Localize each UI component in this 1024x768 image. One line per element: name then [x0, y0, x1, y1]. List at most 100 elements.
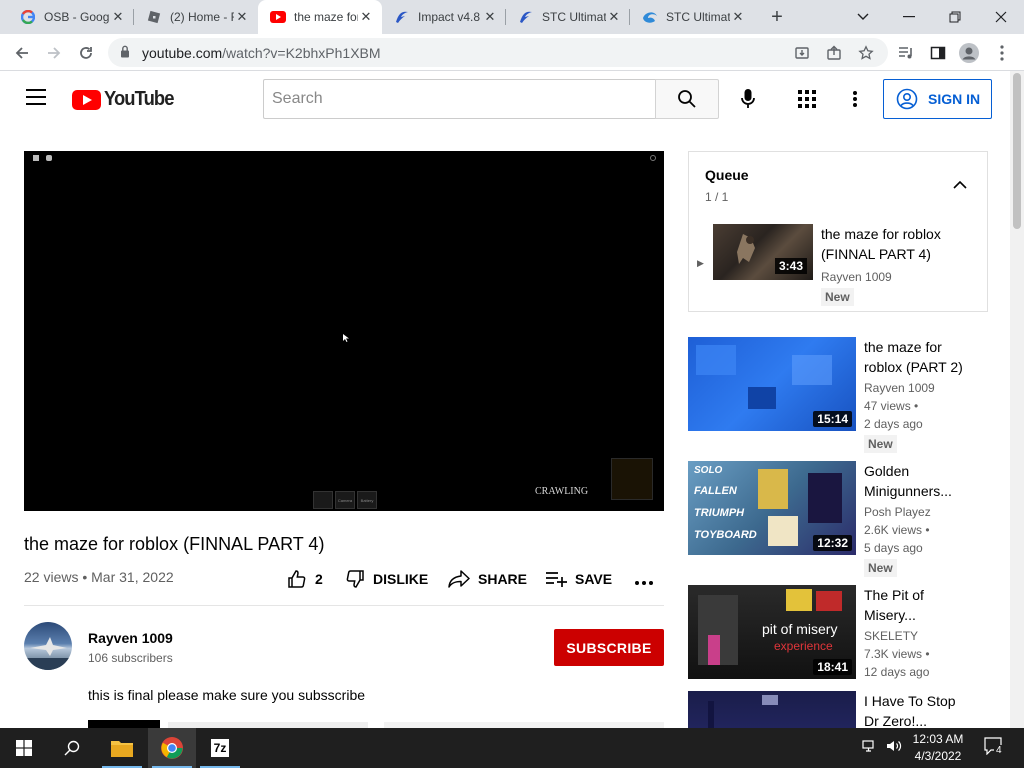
close-tab-icon[interactable]: ✕: [234, 9, 250, 25]
tab-youtube-active[interactable]: the maze for roblox ✕: [258, 0, 382, 34]
channel-name: Posh Playez: [864, 505, 931, 519]
restore-button[interactable]: [932, 0, 978, 34]
view-count: 2.6K views •: [864, 523, 930, 537]
tab-stc-ultimate[interactable]: STC Ultimate ✕: [506, 0, 630, 34]
new-tab-button[interactable]: +: [766, 6, 788, 28]
close-tab-icon[interactable]: ✕: [730, 9, 746, 25]
tab-title: OSB - Google: [44, 10, 110, 24]
close-tab-icon[interactable]: ✕: [358, 9, 374, 25]
queue-count: 1 / 1: [705, 190, 729, 204]
close-tab-icon[interactable]: ✕: [606, 9, 622, 25]
channel-name[interactable]: Rayven 1009: [88, 630, 173, 646]
thumbs-up-icon: [288, 570, 306, 588]
new-badge: New: [821, 288, 854, 306]
tab-roblox-home[interactable]: (2) Home - Roblox ✕: [134, 0, 258, 34]
subscribe-button[interactable]: SUBSCRIBE: [554, 629, 664, 666]
video-thumbnail[interactable]: [688, 691, 856, 728]
hotbar-slot: [313, 491, 333, 509]
side-panel-icon[interactable]: [924, 39, 952, 67]
search-box: [263, 79, 656, 119]
video-title-link[interactable]: The Pit of Misery...: [864, 585, 974, 625]
video-player[interactable]: Camera Battery CRAWLING: [24, 151, 664, 511]
video-title-link[interactable]: the maze for roblox (PART 2): [864, 337, 974, 377]
tab-google[interactable]: OSB - Google ✕: [8, 0, 134, 34]
save-button[interactable]: SAVE: [545, 566, 612, 592]
queue-item-title[interactable]: the maze for roblox (FINNAL PART 4): [821, 224, 971, 264]
youtube-wordmark: YouTube: [104, 88, 174, 110]
windows-taskbar: 7z 12:03 AM 4/3/2022 4: [0, 728, 1024, 768]
chrome-taskbar-button[interactable]: [148, 728, 196, 768]
share-button[interactable]: SHARE: [448, 566, 527, 592]
upload-age: 2 days ago: [864, 417, 923, 431]
video-thumbnail[interactable]: 15:14: [688, 337, 856, 431]
system-clock[interactable]: 12:03 AM 4/3/2022: [908, 731, 968, 765]
file-explorer-button[interactable]: [98, 728, 146, 768]
tab-impact[interactable]: Impact v4.8 ✕: [382, 0, 506, 34]
hamburger-menu-icon[interactable]: [26, 89, 46, 105]
youtube-logo[interactable]: YouTube: [72, 88, 180, 111]
media-control-icon[interactable]: [892, 39, 920, 67]
video-meta: 22 views • Mar 31, 2022: [24, 569, 174, 585]
address-bar[interactable]: youtube.com/watch?v=K2bhxPh1XBM: [108, 38, 888, 67]
forward-button[interactable]: [40, 39, 68, 67]
close-tab-icon[interactable]: ✕: [110, 9, 126, 25]
scrollbar-thumb[interactable]: [1013, 73, 1021, 229]
chevron-up-icon[interactable]: [953, 176, 967, 194]
volume-icon[interactable]: [886, 738, 902, 759]
recommended-video[interactable]: 15:14 the maze for roblox (PART 2) Rayve…: [688, 337, 998, 453]
share-label: SHARE: [478, 571, 528, 587]
video-title-link[interactable]: Golden Minigunners...: [864, 461, 974, 501]
reload-button[interactable]: [72, 39, 100, 67]
chrome-menu-icon[interactable]: [988, 39, 1016, 67]
notification-center-icon[interactable]: 4: [984, 737, 1004, 760]
recommended-video[interactable]: I Have To Stop Dr Zero!...: [688, 691, 998, 728]
tab-stc-ultimate-2[interactable]: STC Ultimate ✕: [630, 0, 754, 34]
recommended-video[interactable]: pit of misery experience 18:41 The Pit o…: [688, 585, 998, 681]
start-button[interactable]: [0, 728, 48, 768]
more-actions-button[interactable]: [635, 570, 661, 596]
youtube-icon: [270, 9, 286, 25]
search-taskbar-button[interactable]: [48, 728, 96, 768]
profile-avatar-icon[interactable]: [955, 39, 983, 67]
bookmark-star-icon[interactable]: [852, 39, 880, 67]
thumbnail-text: FALLEN: [694, 485, 737, 497]
recommended-video[interactable]: SOLO FALLEN TRIUMPH TOYBOARD 12:32 Golde…: [688, 461, 998, 577]
video-thumbnail[interactable]: SOLO FALLEN TRIUMPH TOYBOARD 12:32: [688, 461, 856, 555]
clock-date: 4/3/2022: [914, 749, 962, 763]
video-title-link[interactable]: I Have To Stop Dr Zero!...: [864, 691, 974, 728]
install-app-icon[interactable]: [788, 39, 816, 67]
sign-in-label: SIGN IN: [928, 91, 981, 107]
clock-time: 12:03 AM: [912, 732, 964, 746]
upload-age: 5 days ago: [864, 541, 923, 555]
channel-avatar[interactable]: [24, 622, 72, 670]
youtube-apps-button[interactable]: [787, 79, 827, 119]
voice-search-button[interactable]: [728, 79, 768, 119]
like-button[interactable]: 2: [287, 566, 323, 592]
video-thumbnail[interactable]: pit of misery experience 18:41: [688, 585, 856, 679]
thumbnail-text: TOYBOARD: [694, 529, 757, 541]
queue-thumbnail[interactable]: 3:43: [713, 224, 813, 280]
thumbnail-text: TRIUMPH: [694, 507, 745, 519]
video-duration: 18:41: [813, 659, 852, 675]
close-tab-icon[interactable]: ✕: [482, 9, 498, 25]
game-chat-icon: [46, 155, 52, 161]
tab-search-button[interactable]: [840, 0, 886, 34]
queue-heading: Queue: [705, 167, 749, 183]
video-duration: 15:14: [813, 411, 852, 427]
network-icon[interactable]: [862, 738, 878, 759]
page-scrollbar[interactable]: [1010, 71, 1024, 728]
new-badge: New: [864, 559, 897, 577]
like-count: 2: [315, 571, 323, 587]
search-input[interactable]: [264, 80, 656, 118]
search-icon: [678, 90, 696, 108]
back-button[interactable]: [8, 39, 36, 67]
share-page-icon[interactable]: [820, 39, 848, 67]
7zip-taskbar-button[interactable]: 7z: [196, 728, 244, 768]
close-window-button[interactable]: [978, 0, 1024, 34]
dislike-button[interactable]: DISLIKE: [345, 566, 428, 592]
hotbar-slot: Battery: [357, 491, 377, 509]
search-button[interactable]: [655, 79, 719, 119]
minimize-button[interactable]: [886, 0, 932, 34]
settings-more-button[interactable]: [835, 79, 875, 119]
sign-in-button[interactable]: SIGN IN: [883, 79, 992, 119]
